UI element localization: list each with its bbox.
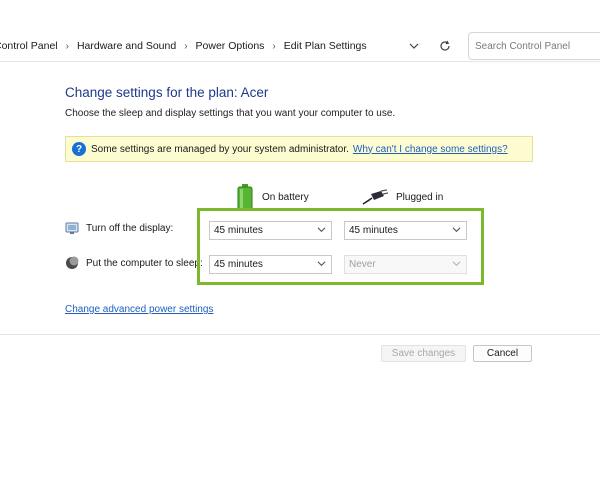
sleep-plugged-value: Never [349,259,376,270]
breadcrumb-separator: › [65,40,69,52]
chevron-down-icon [452,261,461,267]
breadcrumb-power-options[interactable]: Power Options [194,40,267,52]
footer-divider [0,334,600,335]
monitor-icon [65,222,79,234]
question-icon: ? [72,142,86,156]
display-battery-value: 45 minutes [214,225,263,236]
chevron-down-icon [452,227,461,233]
power-plug-icon [362,189,388,205]
page-title: Change settings for the plan: Acer [65,85,269,100]
chevron-down-icon [317,261,326,267]
display-row-label: Turn off the display: [86,222,174,234]
breadcrumb-separator: › [184,40,188,52]
page-subtitle: Choose the sleep and display settings th… [65,108,396,119]
cancel-button[interactable]: Cancel [473,345,532,362]
sleep-plugged-select: Never [344,255,467,274]
display-plugged-value: 45 minutes [349,225,398,236]
breadcrumb: Control Panel › Hardware and Sound › Pow… [0,30,447,62]
row-computer-sleep: Put the computer to sleep: [65,256,203,270]
refresh-icon [440,40,450,51]
battery-icon [237,184,253,211]
display-plugged-select[interactable]: 45 minutes [344,221,467,240]
breadcrumb-hardware-and-sound[interactable]: Hardware and Sound [75,40,178,52]
sleep-battery-value: 45 minutes [214,259,263,270]
admin-info-bar: ? Some settings are managed by your syst… [65,136,533,162]
breadcrumb-control-panel[interactable]: Control Panel [0,40,60,52]
why-cant-change-link[interactable]: Why can't I change some settings? [353,144,508,155]
save-changes-button[interactable]: Save changes [381,345,466,362]
search-input[interactable] [468,32,600,60]
sleep-battery-select[interactable]: 45 minutes [209,255,332,274]
change-advanced-settings-link[interactable]: Change advanced power settings [65,304,213,315]
row-turn-off-display: Turn off the display: [65,221,173,235]
chevron-down-icon [409,43,419,49]
breadcrumb-separator: › [272,40,276,52]
info-bar-text: Some settings are managed by your system… [91,143,349,155]
chevron-down-icon [317,227,326,233]
title-strip [0,0,600,28]
address-bar: Control Panel › Hardware and Sound › Pow… [0,30,600,62]
column-label-plugged: Plugged in [396,191,444,203]
moon-icon [66,256,79,269]
refresh-button[interactable] [435,36,455,56]
breadcrumb-edit-plan-settings[interactable]: Edit Plan Settings [282,40,369,52]
address-history-button[interactable] [404,36,424,56]
column-label-battery: On battery [262,191,309,203]
display-battery-select[interactable]: 45 minutes [209,221,332,240]
edit-plan-settings-window: Control Panel › Hardware and Sound › Pow… [0,0,600,480]
sleep-row-label: Put the computer to sleep: [86,257,203,269]
